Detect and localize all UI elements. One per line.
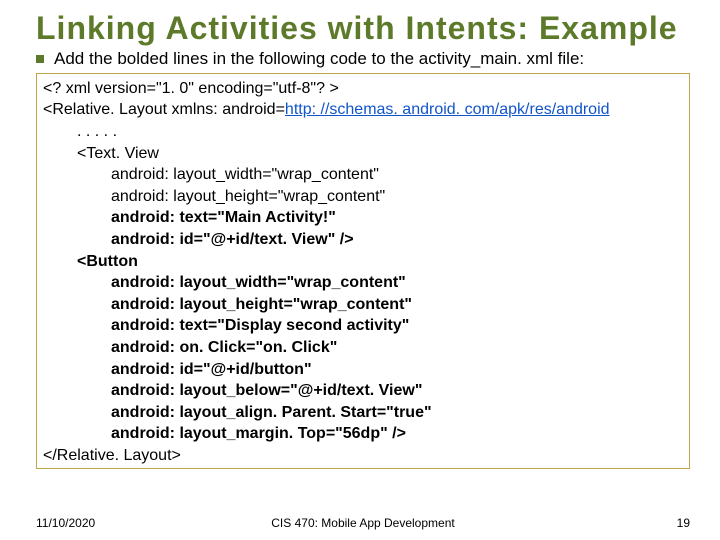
code-line: android: layout_below="@+id/text. View" — [43, 380, 683, 402]
slide-title: Linking Activities with Intents: Example — [36, 10, 690, 47]
code-line: android: id="@+id/button" — [43, 359, 683, 381]
code-line: android: layout_margin. Top="56dp" /> — [43, 423, 683, 445]
schema-link[interactable]: http: //schemas. android. com/apk/res/an… — [285, 101, 610, 118]
slide: Linking Activities with Intents: Example… — [0, 0, 720, 540]
bullet-icon — [36, 55, 44, 63]
code-line: android: text="Main Activity!" — [43, 207, 683, 229]
code-line: </Relative. Layout> — [43, 445, 683, 467]
footer: 11/10/2020 CIS 470: Mobile App Developme… — [36, 516, 690, 530]
code-line: <Button — [43, 251, 683, 273]
code-line: <? xml version="1. 0" encoding="utf-8"? … — [43, 78, 683, 100]
code-box: <? xml version="1. 0" encoding="utf-8"? … — [36, 73, 690, 470]
code-line: android: layout_height="wrap_content" — [43, 186, 683, 208]
code-line: android: id="@+id/text. View" /> — [43, 229, 683, 251]
code-line: . . . . . — [43, 121, 683, 143]
code-line: android: layout_width="wrap_content" — [43, 164, 683, 186]
code-line: android: layout_height="wrap_content" — [43, 294, 683, 316]
code-line: android: layout_align. Parent. Start="tr… — [43, 402, 683, 424]
code-line: android: layout_width="wrap_content" — [43, 272, 683, 294]
code-text: <Relative. Layout xmlns: android= — [43, 101, 285, 118]
bullet-text: Add the bolded lines in the following co… — [54, 49, 584, 69]
code-line: android: text="Display second activity" — [43, 315, 683, 337]
code-line: android: on. Click="on. Click" — [43, 337, 683, 359]
code-line: <Text. View — [43, 143, 683, 165]
bullet-row: Add the bolded lines in the following co… — [36, 49, 690, 69]
footer-course: CIS 470: Mobile App Development — [36, 516, 690, 530]
code-line: <Relative. Layout xmlns: android=http: /… — [43, 99, 683, 121]
